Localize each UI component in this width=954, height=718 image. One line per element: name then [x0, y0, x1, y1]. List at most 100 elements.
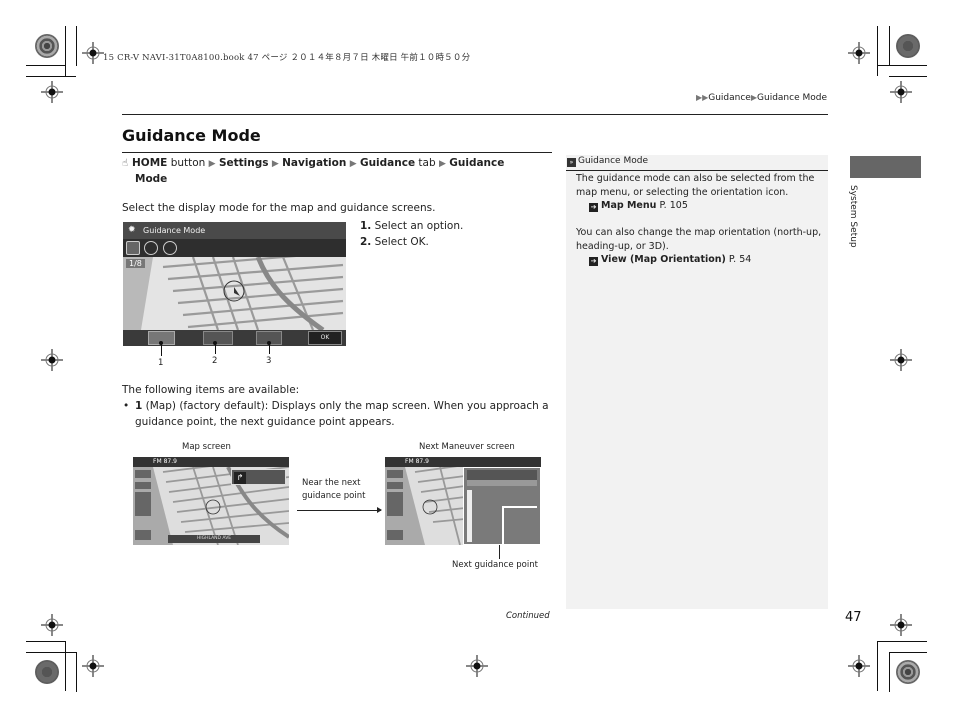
side-note: » Guidance Mode The guidance mode can als…: [566, 155, 828, 609]
arrow-icon: ▶: [438, 159, 446, 169]
heading-up-icon[interactable]: [144, 241, 158, 255]
step-text: Select an option.: [374, 220, 464, 232]
step-ok-label: OK: [410, 236, 426, 248]
next-guidance-point-panel: [463, 467, 541, 545]
map-screen-image: FM 87.9 ↱ HIGHLAND AVE: [133, 457, 289, 545]
registration-crosshair-icon: [848, 655, 870, 677]
audio-bar: FM 87.9: [133, 457, 289, 467]
registration-star-mark: [35, 34, 59, 58]
crop-line: [26, 76, 76, 77]
note-divider: [566, 170, 828, 171]
step-number: 2.: [360, 236, 372, 248]
crop-line: [877, 26, 878, 76]
title-divider: [122, 152, 552, 153]
transition-label-line: Near the next: [302, 478, 361, 488]
step-text: Select: [374, 236, 411, 248]
nav-home: HOME: [132, 157, 168, 169]
guidance-mode-screenshot: ✹ Guidance Mode 1/8 OK: [123, 222, 346, 346]
header-divider: [122, 114, 828, 115]
crop-line: [889, 652, 890, 692]
cross-reference-map-menu[interactable]: ➔ Map Menu P. 105: [576, 200, 688, 212]
current-street: HIGHLAND AVE: [168, 535, 260, 543]
cross-reference-view[interactable]: ➔ View (Map Orientation) P. 54: [576, 254, 751, 266]
callout-line: [499, 545, 500, 559]
nav-guidance-mode: Guidance: [449, 157, 505, 169]
screen-title-bar: ✹ Guidance Mode: [123, 222, 346, 239]
info-panel: [135, 470, 151, 540]
nav-text: tab: [418, 157, 436, 169]
distance-bar: [467, 490, 472, 542]
steps-list: 1. Select an option. 2. Select OK.: [360, 218, 463, 250]
nav-settings: Settings: [218, 157, 269, 169]
info-panel: [387, 470, 403, 540]
north-up-icon[interactable]: [126, 241, 140, 255]
orientation-icon-bar: [123, 239, 346, 257]
crop-line: [877, 641, 878, 691]
registration-crosshair-icon: [82, 42, 104, 64]
ref-label: Map Menu: [601, 200, 657, 211]
audio-bar: FM 87.9: [385, 457, 541, 467]
available-lead: The following items are available:: [122, 384, 300, 396]
note-paragraph: The guidance mode can also be selected f…: [576, 172, 824, 213]
map-scale: 1/8: [126, 259, 145, 268]
step-text: .: [425, 236, 429, 248]
callout-dot: [159, 341, 163, 345]
item-text: (Map) (factory default): Displays only t…: [135, 400, 549, 428]
breadcrumb-item[interactable]: Guidance: [708, 93, 751, 103]
double-triangle-icon: ▶▶: [695, 93, 709, 102]
screen-title: Guidance Mode: [143, 226, 206, 235]
crop-line: [877, 641, 927, 642]
reference-arrow-icon: ➔: [589, 203, 598, 212]
callout-number: 1: [158, 358, 164, 368]
double-chevron-icon: »: [567, 158, 576, 167]
step-number: 1.: [360, 220, 372, 232]
registration-crosshair-icon: [41, 81, 63, 103]
ok-button[interactable]: OK: [308, 331, 342, 345]
crop-line: [65, 641, 66, 691]
gear-icon: ✹: [128, 225, 136, 235]
registration-crosshair-icon: [890, 614, 912, 636]
radio-frequency: 87.9: [163, 458, 177, 465]
arrow-icon: ▶: [349, 159, 357, 169]
registration-star-mark: [35, 660, 59, 684]
note-heading-text: Guidance Mode: [578, 156, 648, 166]
section-label: System Setup: [848, 185, 858, 248]
crop-line: [26, 641, 66, 642]
arrow-icon: ▶: [208, 159, 216, 169]
registration-crosshair-icon: [890, 81, 912, 103]
ref-page: P. 105: [659, 200, 688, 211]
nav-text: button: [170, 157, 206, 169]
registration-crosshair-icon: [41, 614, 63, 636]
3d-view-icon[interactable]: [163, 241, 177, 255]
note-paragraph: You can also change the map orientation …: [576, 226, 824, 267]
section-tab: [850, 156, 921, 178]
radio-frequency: 87.9: [415, 458, 429, 465]
note-text: The guidance mode can also be selected f…: [576, 173, 815, 198]
route-line: [502, 506, 537, 545]
breadcrumb-item[interactable]: Guidance Mode: [757, 93, 827, 103]
registration-crosshair-icon: [466, 655, 488, 677]
crop-line: [76, 652, 77, 692]
registration-crosshair-icon: [82, 655, 104, 677]
touch-hand-icon: ☝: [122, 158, 129, 169]
navigation-path: ☝ HOME button ▶ Settings ▶ Navigation ▶ G…: [122, 156, 542, 187]
map-screen-caption: Map screen: [182, 442, 231, 452]
turn-distance: [467, 480, 537, 486]
print-header: 15 CR-V NAVI-31T0A8100.book 47 ページ ２０１４年…: [103, 53, 471, 63]
next-maneuver-mode-option[interactable]: [203, 331, 233, 345]
intro-text: Select the display mode for the map and …: [122, 202, 436, 214]
note-heading: » Guidance Mode: [566, 155, 828, 170]
registration-crosshair-icon: [41, 349, 63, 371]
crop-line: [26, 652, 76, 653]
available-items: The following items are available: 1 (Ma…: [122, 382, 552, 430]
callout-dot: [213, 341, 217, 345]
crop-line: [889, 26, 890, 66]
transition-arrow: [297, 510, 381, 511]
crop-line: [889, 652, 927, 653]
next-guidance-point-caption: Next guidance point: [452, 560, 538, 570]
registration-star-mark: [896, 660, 920, 684]
continued-label: Continued: [506, 611, 550, 621]
page-title: Guidance Mode: [122, 126, 261, 145]
arrow-head-icon: [377, 507, 382, 513]
callout-number: 3: [266, 356, 272, 366]
